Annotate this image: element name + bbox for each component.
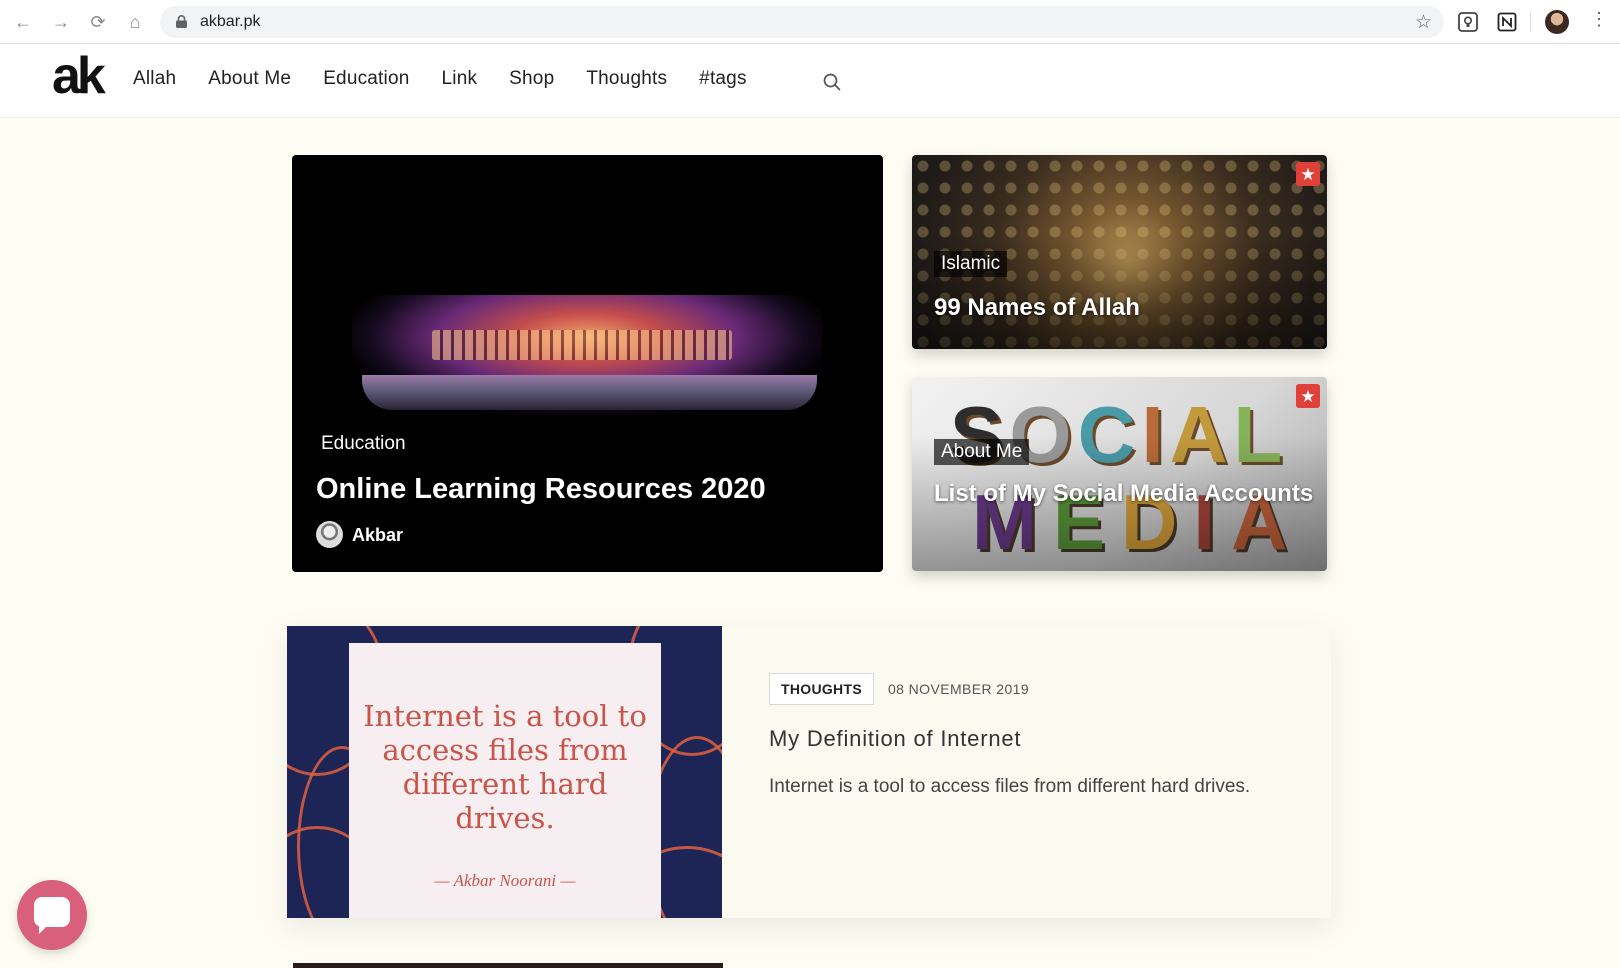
card-category-tag[interactable]: About Me	[934, 439, 1030, 465]
chat-bubble-icon	[34, 897, 70, 934]
featured-card-social-media[interactable]: SOCIAL MEDIA ★ About Me List of My Socia…	[912, 377, 1327, 571]
featured-card-allah[interactable]: ★ Islamic 99 Names of Allah	[912, 155, 1327, 349]
nav-item-education[interactable]: Education	[323, 68, 409, 90]
star-icon: ★	[1296, 162, 1320, 186]
nav-item-tags[interactable]: #tags	[699, 68, 746, 90]
search-icon[interactable]	[822, 72, 842, 92]
quote-text: Internet is a tool to access files from …	[363, 699, 647, 835]
url-text[interactable]: akbar.pk	[200, 13, 260, 31]
author-name[interactable]: Akbar	[352, 525, 403, 546]
lock-icon	[176, 15, 187, 28]
more-menu-icon[interactable]: ⋮	[1590, 9, 1608, 30]
main-nav: Allah About Me Education Link Shop Thoug…	[133, 68, 779, 90]
hero-image-fade	[292, 155, 883, 435]
site-logo[interactable]: ak	[52, 50, 106, 102]
post-excerpt: Internet is a tool to access files from …	[769, 776, 1251, 797]
bookmark-star-icon[interactable]: ☆	[1415, 11, 1432, 34]
forward-arrow-icon[interactable]: →	[50, 11, 72, 33]
hero-post-card[interactable]: Education Online Learning Resources 2020…	[292, 155, 883, 572]
hero-title[interactable]: Online Learning Resources 2020	[316, 473, 766, 506]
nav-item-thoughts[interactable]: Thoughts	[586, 68, 667, 90]
card-title[interactable]: 99 Names of Allah	[934, 291, 1314, 325]
site-header: ak Allah About Me Education Link Shop Th…	[0, 44, 1620, 118]
chat-button[interactable]	[17, 880, 87, 950]
nav-item-allah[interactable]: Allah	[133, 68, 176, 90]
nav-item-link[interactable]: Link	[442, 68, 478, 90]
home-icon[interactable]: ⌂	[124, 11, 146, 33]
star-icon: ★	[1296, 384, 1320, 408]
address-bar[interactable]: akbar.pk ☆	[160, 6, 1444, 38]
hero-category-tag[interactable]: Education	[312, 430, 415, 458]
card-category-tag[interactable]: Islamic	[934, 251, 1008, 277]
quote-card: Internet is a tool to access files from …	[349, 643, 661, 918]
card-shade	[912, 377, 1327, 571]
post-card[interactable]: Internet is a tool to access files from …	[287, 626, 1331, 918]
nav-item-shop[interactable]: Shop	[509, 68, 554, 90]
post-title[interactable]: My Definition of Internet	[769, 726, 1021, 752]
profile-avatar[interactable]	[1545, 10, 1569, 34]
card-title[interactable]: List of My Social Media Accounts	[934, 477, 1314, 511]
browser-toolbar: ← → ⟳ ⌂ akbar.pk ☆ ⋮	[0, 0, 1620, 44]
author-avatar[interactable]	[316, 521, 343, 548]
back-arrow-icon[interactable]: ←	[12, 11, 34, 33]
reload-icon[interactable]: ⟳	[87, 11, 109, 33]
next-post-edge	[293, 963, 723, 968]
post-date: 08 NOVEMBER 2019	[888, 681, 1030, 697]
quote-signature: — Akbar Noorani —	[434, 871, 576, 890]
lightbulb-extension-icon[interactable]	[1458, 12, 1478, 32]
nav-item-about-me[interactable]: About Me	[208, 68, 291, 90]
toolbar-separator	[1530, 12, 1531, 32]
post-tag[interactable]: THOUGHTS	[769, 673, 874, 705]
post-image[interactable]: Internet is a tool to access files from …	[287, 626, 722, 918]
notion-extension-icon[interactable]	[1497, 12, 1517, 32]
